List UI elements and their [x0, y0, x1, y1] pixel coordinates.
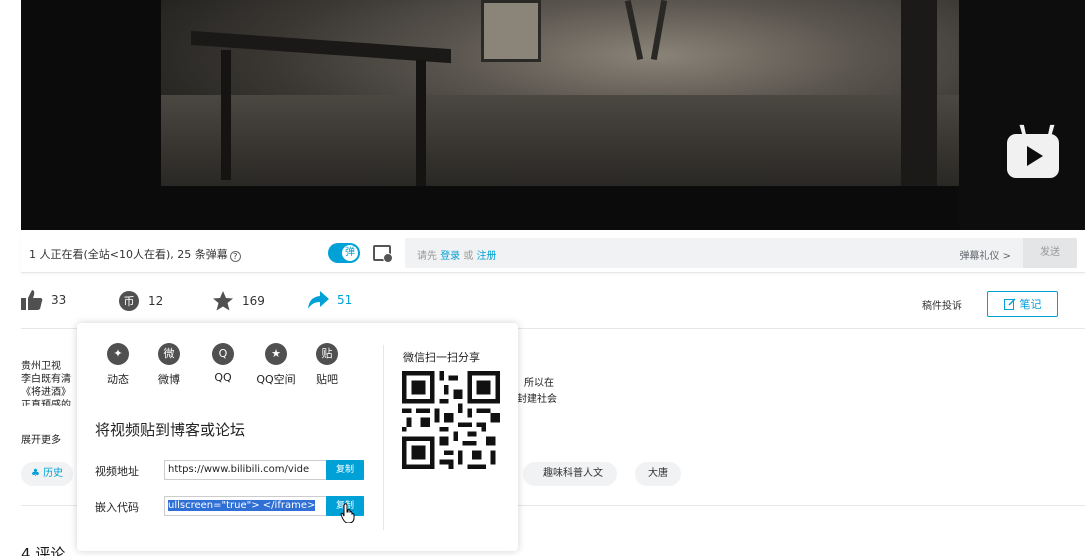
video-description-continued: 所以在 封建社会: [517, 378, 557, 405]
share-dynamic[interactable]: ✦ 动态: [93, 343, 143, 387]
share-arrow-icon: [308, 291, 329, 309]
qq-icon: Q: [212, 343, 234, 365]
danmaku-input-hint: 请先 登录 或 注册: [417, 251, 497, 262]
tieba-icon: 贴: [316, 343, 338, 365]
danmaku-toggle[interactable]: 弹: [328, 243, 360, 263]
edit-icon: [1003, 298, 1016, 310]
tag-history[interactable]: ♣ 历史: [21, 462, 74, 486]
thumbs-up-icon: [21, 290, 43, 310]
share-tieba[interactable]: 贴 贴吧: [302, 343, 352, 387]
comments-heading: 4 评论: [21, 545, 66, 556]
danmaku-toggle-glyph: 弹: [342, 245, 358, 261]
danmaku-etiquette-link[interactable]: 弹幕礼仪 >: [959, 247, 1011, 262]
bilibili-video-page: 1 人正在看(全站<10人在看), 25 条弹幕? 弹 请先 登录 或 注册 弹…: [0, 0, 1085, 556]
hand-cursor-icon: [340, 503, 355, 523]
qzone-icon: ★: [265, 343, 287, 365]
star-icon: [213, 291, 233, 311]
share-qzone[interactable]: ★ QQ空间: [251, 343, 301, 387]
channel-icon: ♣: [31, 468, 44, 479]
svg-text:币: 币: [124, 295, 135, 308]
send-button[interactable]: 发送: [1023, 238, 1077, 268]
danmaku-bar: 1 人正在看(全站<10人在看), 25 条弹幕? 弹 请先 登录 或 注册 弹…: [21, 233, 1085, 273]
coin-button[interactable]: 币 12: [118, 290, 163, 312]
share-button[interactable]: 51: [307, 290, 352, 310]
embed-section-title: 将视频贴到博客或论坛: [95, 421, 246, 439]
favorite-button[interactable]: 169: [212, 290, 265, 312]
danmaku-input[interactable]: 请先 登录 或 注册 弹幕礼仪 > 发送: [405, 238, 1077, 268]
wechat-qr-code: [402, 371, 500, 469]
coin-icon: 币: [119, 291, 139, 311]
dynamic-icon: ✦: [107, 343, 129, 365]
login-link[interactable]: 登录: [440, 251, 460, 262]
help-icon[interactable]: ?: [229, 251, 241, 262]
like-button[interactable]: 33: [21, 290, 66, 310]
video-toolbar: 33 币 12 169 51 稿件投诉 笔记: [21, 286, 1085, 322]
video-frame: [161, 0, 959, 186]
video-url-label: 视频地址: [95, 465, 139, 478]
tag-tang[interactable]: 大唐: [635, 462, 681, 486]
weibo-icon: 微: [158, 343, 180, 365]
share-weibo[interactable]: 微 微博: [144, 343, 194, 387]
share-qq[interactable]: Q QQ: [198, 343, 248, 384]
share-popover: ✦ 动态 微 微博 Q QQ ★ QQ空间 贴 贴吧 将视频贴到博客或论坛 视频…: [77, 323, 518, 551]
notes-button[interactable]: 笔记: [987, 291, 1058, 317]
danmaku-settings-icon[interactable]: [373, 245, 393, 263]
viewer-count: 1 人正在看(全站<10人在看), 25 条弹幕?: [29, 246, 241, 262]
expand-more-link[interactable]: 展开更多: [21, 431, 61, 446]
embed-code-label: 嵌入代码: [95, 501, 139, 514]
video-player[interactable]: [21, 0, 1085, 230]
copy-url-button[interactable]: 复制: [326, 460, 364, 480]
register-link[interactable]: 注册: [477, 251, 497, 262]
bilibili-tv-logo-icon: [1007, 134, 1059, 178]
report-link[interactable]: 稿件投诉: [922, 297, 962, 312]
tag-science[interactable]: 趣味科普人文: [523, 462, 617, 486]
wechat-share-label: 微信扫一扫分享: [403, 351, 480, 364]
